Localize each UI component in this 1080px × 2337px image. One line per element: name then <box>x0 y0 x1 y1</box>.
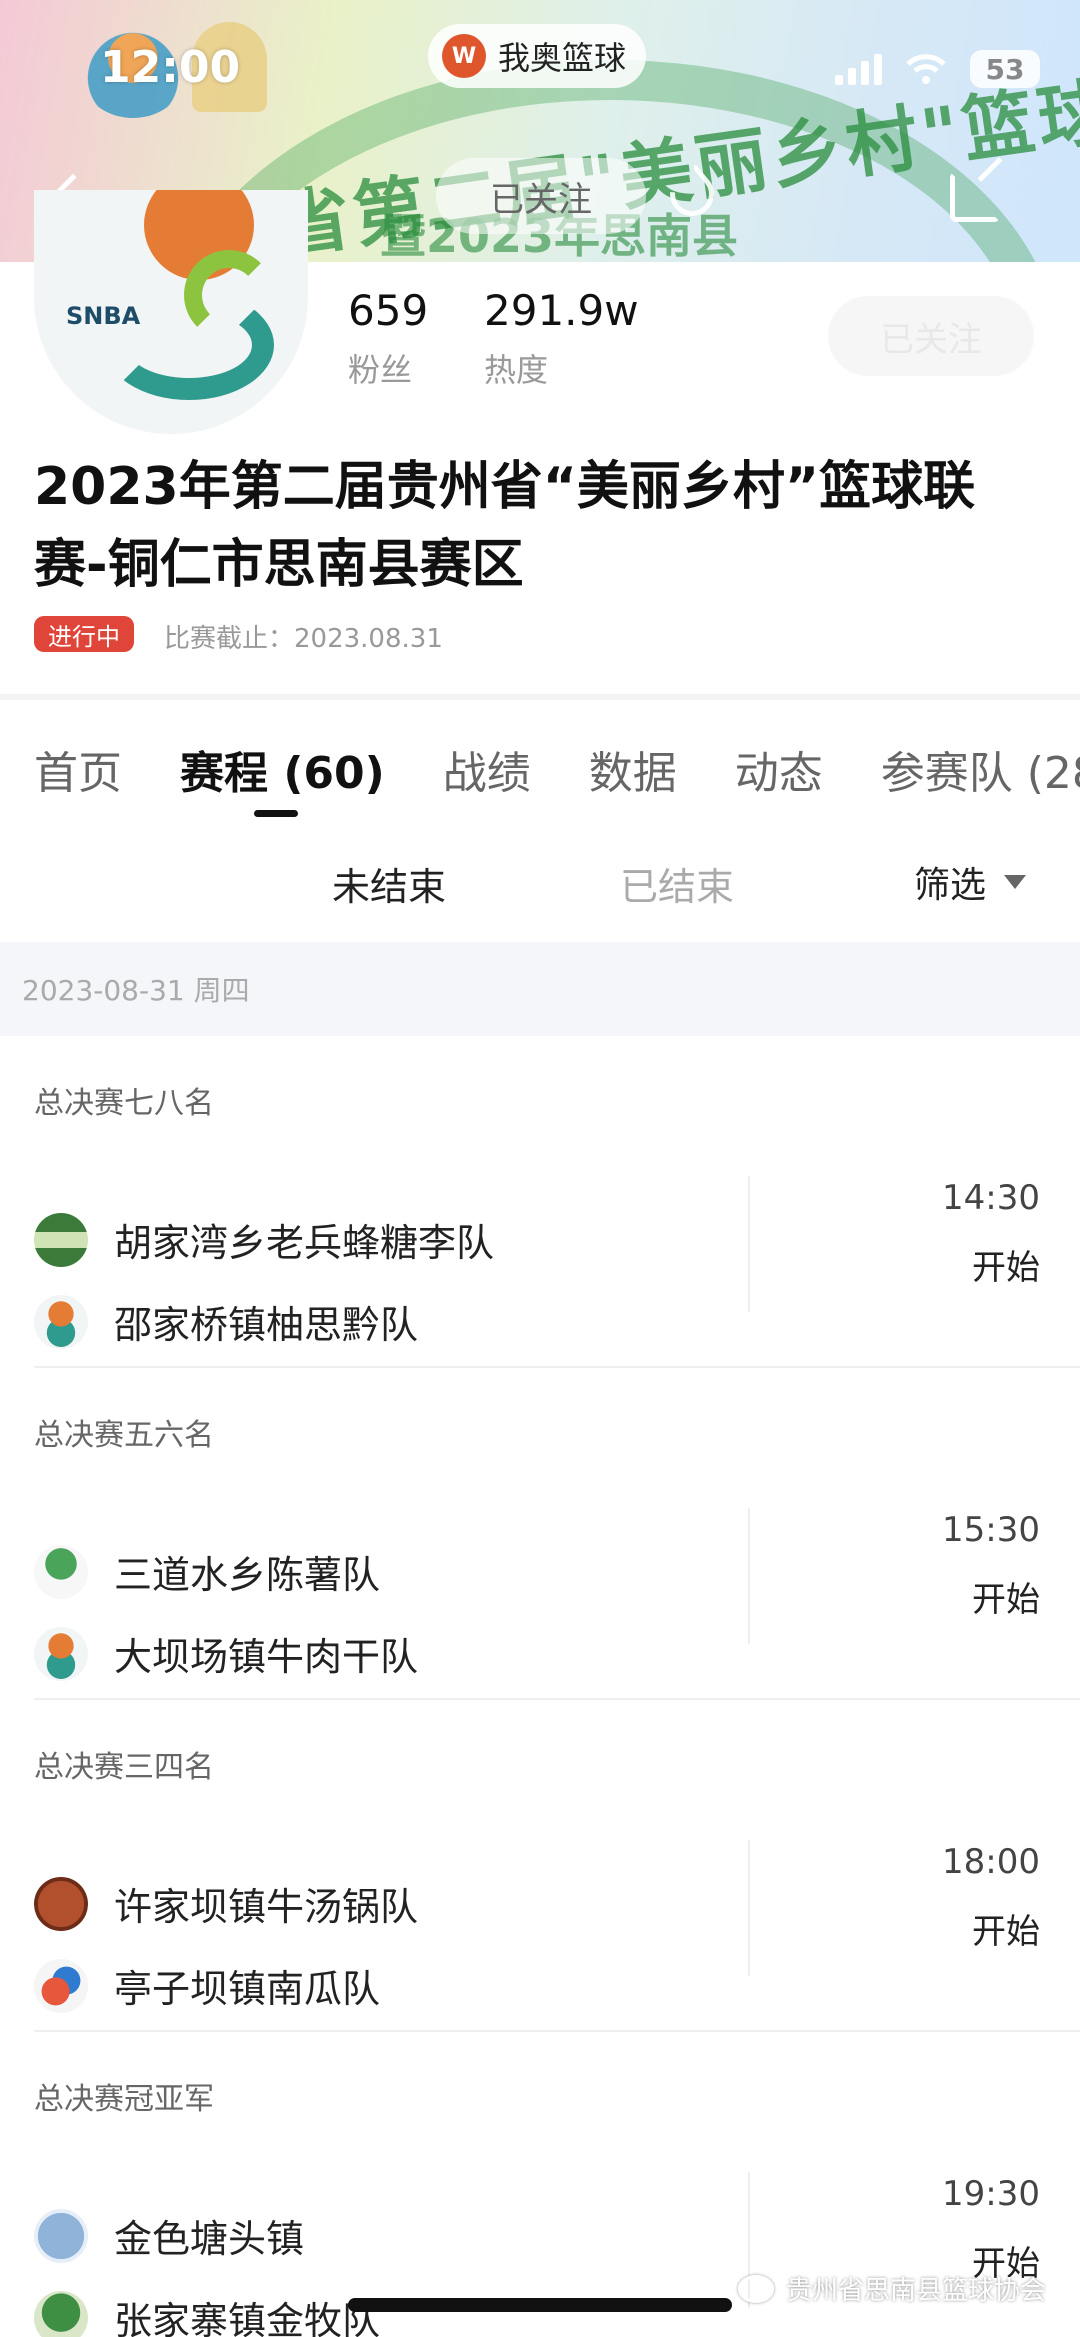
team-logo-icon <box>34 1294 88 1349</box>
team-name: 胡家湾乡老兵蜂糖李队 <box>114 1221 495 1265</box>
logo-swirl-shape <box>184 250 274 340</box>
subtab-unfinished[interactable]: 未结束 <box>332 856 446 911</box>
fans-count: 659 <box>348 286 429 335</box>
match-round: 总决赛五六名 <box>34 1418 214 1453</box>
team-name: 大坝场镇牛肉干队 <box>114 1635 419 1679</box>
team-logo-icon <box>34 2208 88 2263</box>
team-logo-icon <box>34 1958 88 2013</box>
team-logo-icon <box>34 1544 88 1599</box>
team-row: 金色塘头镇 <box>34 2208 304 2263</box>
tab-results[interactable]: 战绩 <box>443 737 531 801</box>
match-time: 14:30 <box>942 1178 1040 1218</box>
match-round: 总决赛冠亚军 <box>34 2082 214 2117</box>
filter-dropdown[interactable]: 筛选 <box>914 856 1027 908</box>
team-row: 张家寨镇金牧队 <box>34 2290 380 2337</box>
deadline-text: 比赛截止：2023.08.31 <box>164 624 443 654</box>
watermark: 贵州省思南县篮球协会 <box>737 2270 1046 2307</box>
tab-home[interactable]: 首页 <box>34 737 122 801</box>
team-row: 胡家湾乡老兵蜂糖李队 <box>34 1212 494 1267</box>
match-round: 总决赛七八名 <box>34 1086 214 1121</box>
match-card[interactable]: 总决赛三四名 许家坝镇牛汤锅队 亭子坝镇南瓜队 18:00 开始 <box>0 1700 1080 2032</box>
match-divider <box>748 1176 750 1312</box>
heat-label: 热度 <box>484 351 549 389</box>
heat-stat: 291.9w 热度 <box>484 286 639 391</box>
match-time: 18:00 <box>942 1842 1040 1882</box>
team-name: 金色塘头镇 <box>114 2217 305 2261</box>
active-tab-indicator <box>254 810 298 817</box>
team-row: 许家坝镇牛汤锅队 <box>34 1876 418 1931</box>
team-name: 三道水乡陈薯队 <box>114 1553 381 1597</box>
match-status: 开始 <box>972 1580 1040 1620</box>
tab-data[interactable]: 数据 <box>589 737 677 801</box>
team-logo-icon <box>34 1626 88 1681</box>
date-header: 2023-08-31 周四 <box>0 942 1080 1036</box>
team-row: 三道水乡陈薯队 <box>34 1544 380 1599</box>
watermark-text: 贵州省思南县篮球协会 <box>785 2276 1046 2306</box>
tab-bar: 首页 赛程 (60) 战绩 数据 动态 参赛队 (28 <box>34 724 1080 814</box>
subtab-finished[interactable]: 已结束 <box>620 856 734 911</box>
status-badge: 进行中 <box>34 616 134 652</box>
section-divider <box>0 694 1080 700</box>
league-title: 2023年第二届贵州省“美丽乡村”篮球联赛-铜仁市思南县赛区 <box>34 457 976 595</box>
app-logo-icon <box>442 34 486 78</box>
status-bar-icons: 53 <box>835 50 1040 88</box>
filter-label: 筛选 <box>914 865 987 906</box>
match-status: 开始 <box>972 1248 1040 1288</box>
fans-label: 粉丝 <box>348 351 413 389</box>
wifi-icon <box>906 54 946 84</box>
tab-schedule[interactable]: 赛程 (60) <box>180 737 385 801</box>
team-name: 张家寨镇金牧队 <box>114 2299 381 2337</box>
app-source-pill[interactable]: 我奥篮球 <box>428 24 647 88</box>
league-avatar: SNBA <box>34 190 308 434</box>
team-logo-icon <box>34 1876 88 1931</box>
team-row: 大坝场镇牛肉干队 <box>34 1626 418 1681</box>
header-follow-button[interactable]: 已关注 <box>436 158 646 234</box>
match-time: 15:30 <box>942 1510 1040 1550</box>
match-divider <box>748 1840 750 1976</box>
team-row: 亭子坝镇南瓜队 <box>34 1958 380 2013</box>
team-name: 许家坝镇牛汤锅队 <box>114 1885 419 1929</box>
battery-icon: 53 <box>970 50 1040 88</box>
match-divider <box>748 1508 750 1644</box>
match-card[interactable]: 总决赛七八名 胡家湾乡老兵蜂糖李队 邵家桥镇柚思黔队 14:30 开始 <box>0 1036 1080 1368</box>
match-time: 19:30 <box>942 2174 1040 2214</box>
match-status: 开始 <box>972 1912 1040 1952</box>
match-card[interactable]: 总决赛五六名 三道水乡陈薯队 大坝场镇牛肉干队 15:30 开始 <box>0 1368 1080 1700</box>
schedule-filter-bar: 未结束 已结束 筛选 <box>0 846 1080 916</box>
team-logo-icon <box>34 1212 88 1267</box>
tab-news[interactable]: 动态 <box>735 737 823 801</box>
team-row: 邵家桥镇柚思黔队 <box>34 1294 418 1349</box>
match-round: 总决赛三四名 <box>34 1750 214 1785</box>
app-name: 我奥篮球 <box>498 39 627 77</box>
heat-value: 291.9w <box>484 286 639 335</box>
fans-stat: 659 粉丝 <box>348 286 428 391</box>
home-indicator[interactable] <box>348 2298 732 2312</box>
team-name: 亭子坝镇南瓜队 <box>114 1967 381 2011</box>
cellular-signal-icon <box>835 53 882 85</box>
caret-down-icon <box>1004 875 1027 889</box>
avatar-label: SNBA <box>66 302 141 330</box>
team-name: 邵家桥镇柚思黔队 <box>114 1303 419 1347</box>
status-bar-time: 12:00 <box>100 42 241 93</box>
follow-button[interactable]: 已关注 <box>828 296 1034 376</box>
share-icon[interactable] <box>950 172 1000 222</box>
team-logo-icon <box>34 2290 88 2337</box>
wechat-icon <box>737 2274 774 2303</box>
tab-teams[interactable]: 参赛队 (28 <box>881 737 1080 801</box>
